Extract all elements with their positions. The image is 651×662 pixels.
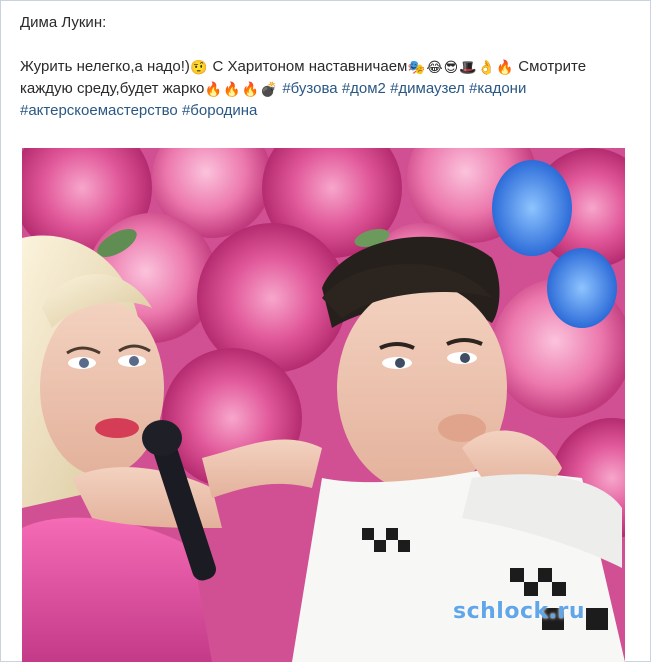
bomb-icon: 💣 [260,81,278,97]
post-photo[interactable]: schlock.ru [22,148,625,662]
fire-icon: 🔥 [241,81,260,97]
watermark-text: schlock.ru [453,599,585,624]
hashtag-link[interactable]: #бузова [282,80,337,97]
post-text-segment: Смотрите [518,58,587,75]
ok-hand-icon: 👌 [477,59,496,75]
post-text: Журить нелегко,а надо!)🤨 С Харитоном нас… [20,56,620,122]
laughing-face-icon: 😂 [426,59,443,75]
thinking-face-icon: 🤨 [190,59,208,75]
top-hat-icon: 🎩 [459,59,477,75]
sunglasses-face-icon: 😎 [443,59,459,75]
fire-icon: 🔥 [204,81,223,97]
photo-illustration [22,148,625,662]
hashtag-link[interactable]: #актерскоемастерство [20,102,178,119]
post-text-line-3: #актерскоемастерство #бородина [20,100,620,122]
hashtag-link[interactable]: #бородина [182,102,257,119]
post-text-segment: каждую среду,будет жарко [20,80,205,97]
post-text-segment: С Харитоном наставничаем [212,58,408,75]
fire-icon: 🔥 [496,59,514,75]
fire-icon: 🔥 [223,81,241,97]
post-text-line-1: Журить нелегко,а надо!)🤨 С Харитоном нас… [20,56,620,78]
performing-arts-icon: 🎭 [407,59,426,75]
post-text-segment: Журить нелегко,а надо!) [20,58,190,75]
hashtag-link[interactable]: #димаузел [390,80,465,97]
hashtag-link[interactable]: #дом2 [342,80,386,97]
hashtag-link[interactable]: #кадони [469,80,526,97]
post-author[interactable]: Дима Лукин: [20,12,106,34]
post-text-line-2: каждую среду,будет жарко🔥🔥🔥💣 #бузова #до… [20,78,620,100]
